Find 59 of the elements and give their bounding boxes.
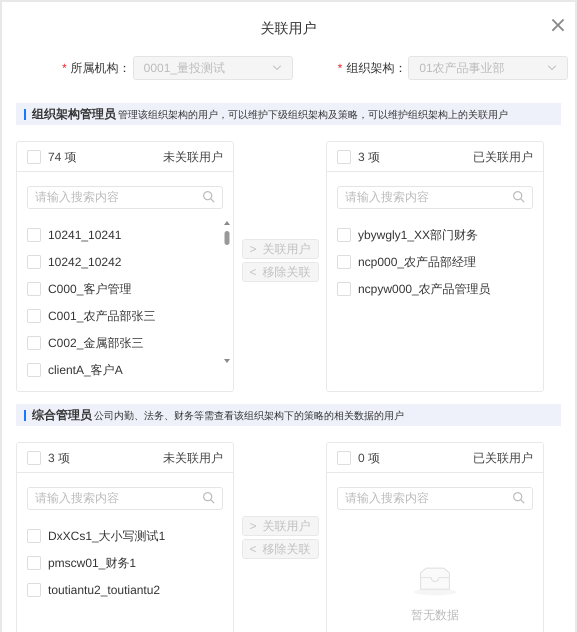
checkbox[interactable] (27, 336, 41, 350)
scrollbar[interactable] (223, 219, 231, 365)
checkbox[interactable] (27, 582, 41, 596)
list-item[interactable]: 10242_10242 (17, 248, 233, 275)
field-label: * 组织架构： (338, 59, 406, 77)
list-item[interactable]: C002_金属部张三 (17, 329, 233, 356)
required-mark: * (338, 60, 342, 77)
item-count: 74 项 (48, 148, 77, 166)
section-title: 综合管理员 公司内勤、法务、财务等需查看该组织架构下的策略的相关数据的用户 (32, 407, 404, 424)
list-item[interactable]: clientA_客户A (17, 356, 233, 383)
checkbox[interactable] (27, 308, 41, 322)
checkbox[interactable] (27, 282, 41, 296)
section-title: 组织架构管理员 管理该组织架构的用户，可以维护下级组织架构及策略，可以维护组织架构上的关联用户 (32, 106, 508, 123)
list-item[interactable]: 10241_10241 (17, 221, 233, 248)
checkbox[interactable] (27, 450, 41, 464)
field-label: * 所属机构： (62, 59, 131, 77)
search-icon (202, 491, 215, 504)
search-field[interactable]: 请输入搜索内容 (337, 486, 533, 510)
empty-inbox-icon (412, 567, 458, 596)
list-item[interactable]: pmscw01_财务1 (17, 549, 233, 576)
list-item[interactable]: C000_客户管理 (17, 275, 233, 302)
checkbox[interactable] (337, 254, 351, 268)
item-count: 0 项 (358, 450, 380, 466)
search-field[interactable]: 请输入搜索内容 (337, 186, 533, 208)
panel-title: 已关联用户 (473, 148, 533, 166)
required-mark: * (62, 60, 67, 77)
checkbox[interactable] (27, 362, 41, 376)
list-item[interactable]: C001_农产品部张三 (17, 302, 233, 329)
checkbox[interactable] (27, 528, 41, 542)
checkbox[interactable] (27, 150, 41, 164)
chevron-down-icon (272, 65, 282, 71)
item-count: 3 项 (48, 450, 70, 466)
close-button[interactable]: × (547, 14, 569, 38)
checkbox[interactable] (27, 556, 41, 570)
checkbox[interactable] (337, 450, 351, 464)
list-item[interactable]: ncpyw000_农产品管理员 (327, 275, 543, 302)
list-item[interactable]: ybywgly1_XX部门财务 (327, 221, 543, 248)
accent-bar (24, 108, 26, 120)
item-count: 3 项 (358, 148, 380, 166)
search-icon (512, 190, 525, 203)
search-icon (512, 491, 525, 504)
checkbox[interactable] (337, 282, 351, 296)
search-field[interactable]: 请输入搜索内容 (27, 486, 223, 510)
empty-text: 暂无数据 (411, 607, 459, 624)
list-item[interactable]: toutiantu2_toutiantu2 (17, 576, 233, 603)
list-item[interactable]: DxXCs1_大小写测试1 (17, 522, 233, 549)
search-icon (202, 190, 215, 203)
panel-title: 未关联用户 (163, 450, 223, 466)
checkbox[interactable] (337, 228, 351, 242)
search-field[interactable]: 请输入搜索内容 (27, 186, 223, 208)
list-item[interactable]: ncp000_农产品部经理 (327, 248, 543, 275)
panel-title: 已关联用户 (473, 450, 533, 466)
accent-bar (24, 410, 26, 420)
chevron-down-icon (547, 65, 558, 71)
checkbox[interactable] (27, 228, 41, 242)
checkbox[interactable] (27, 254, 41, 268)
panel-title: 未关联用户 (163, 148, 223, 166)
dialog-title: 关联用户 (260, 18, 316, 38)
checkbox[interactable] (337, 150, 351, 164)
